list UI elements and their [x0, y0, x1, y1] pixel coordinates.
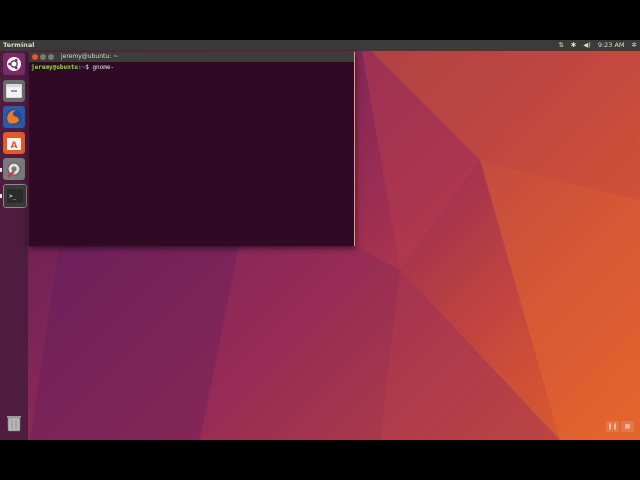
terminal-window[interactable]: jeremy@ubuntu: ~ jeremy@ubuntu:~$ gnome-: [29, 52, 355, 246]
svg-text:>_: >_: [9, 193, 17, 200]
files-icon[interactable]: [3, 80, 25, 102]
firefox-icon[interactable]: [3, 106, 25, 128]
workspace-controls: ❚❚ ■: [606, 421, 634, 432]
minimize-icon[interactable]: [40, 54, 46, 60]
desktop-screen: Terminal ⇅ ✱ ◀) 9:23 AM ✲ A >_ jeremy@ub…: [0, 40, 640, 440]
launcher: A >_: [0, 51, 28, 440]
ubuntu-dash-icon[interactable]: [3, 53, 25, 75]
indicator-area: ⇅ ✱ ◀) 9:23 AM ✲: [558, 40, 637, 51]
pause-icon[interactable]: ❚❚: [606, 421, 619, 432]
network-icon[interactable]: ⇅: [558, 40, 563, 51]
terminal-titlebar[interactable]: jeremy@ubuntu: ~: [29, 52, 354, 62]
terminal-output[interactable]: jeremy@ubuntu:~$ gnome-: [29, 62, 354, 74]
running-indicator: [0, 194, 2, 198]
running-indicator: [0, 168, 2, 172]
svg-text:A: A: [11, 141, 18, 151]
bluetooth-icon[interactable]: ✱: [571, 40, 576, 51]
close-icon[interactable]: [32, 54, 38, 60]
volume-icon[interactable]: ◀): [583, 40, 591, 51]
active-app-title[interactable]: Terminal: [3, 40, 34, 51]
terminal-icon[interactable]: >_: [3, 184, 27, 208]
clock[interactable]: 9:23 AM: [598, 40, 625, 51]
software-center-icon[interactable]: A: [3, 132, 25, 154]
window-title: jeremy@ubuntu: ~: [61, 53, 119, 60]
top-panel: Terminal ⇅ ✱ ◀) 9:23 AM ✲: [0, 40, 640, 51]
typed-command: gnome-: [92, 64, 115, 71]
maximize-icon[interactable]: [48, 54, 54, 60]
power-gear-icon[interactable]: ✲: [632, 40, 637, 51]
prompt-user: jeremy@ubuntu: [31, 64, 78, 71]
system-settings-icon[interactable]: [3, 158, 25, 180]
trash-icon[interactable]: [3, 412, 25, 434]
stop-icon[interactable]: ■: [621, 421, 634, 432]
